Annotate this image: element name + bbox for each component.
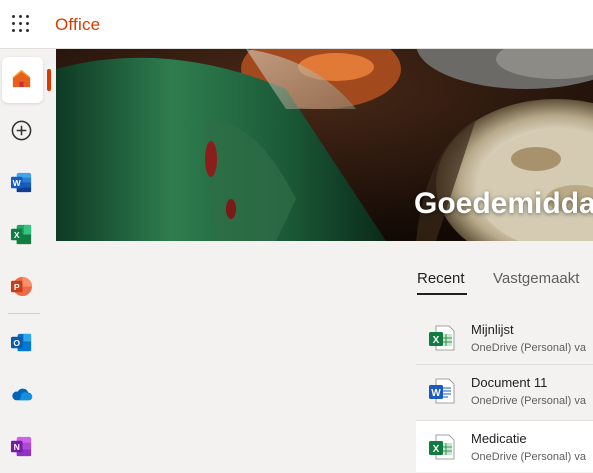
file-name: Medicatie <box>471 431 527 446</box>
word-icon: W <box>10 172 32 193</box>
powerpoint-icon: P <box>10 276 33 297</box>
add-circle-icon <box>11 120 32 141</box>
rail-item-outlook[interactable]: O <box>0 317 56 369</box>
hero-banner: Goedemiddag <box>56 49 593 241</box>
excel-icon: X <box>10 224 32 245</box>
file-name: Document 11 <box>471 375 548 390</box>
app-rail: W X P O N <box>0 49 56 457</box>
app-launcher-icon[interactable] <box>10 13 32 35</box>
svg-text:X: X <box>14 230 20 240</box>
greeting-heading: Goedemiddag <box>414 187 593 220</box>
rail-item-word[interactable]: W <box>0 157 56 209</box>
svg-text:X: X <box>433 444 440 455</box>
svg-text:N: N <box>14 442 20 452</box>
svg-text:P: P <box>14 282 20 292</box>
office-home-link[interactable]: Office <box>55 15 100 35</box>
svg-text:W: W <box>431 388 441 399</box>
rail-item-excel[interactable]: X <box>0 209 56 261</box>
tab-recent-underline <box>417 293 467 295</box>
rail-item-onenote[interactable]: N <box>0 421 56 473</box>
file-location: OneDrive (Personal) va <box>471 451 586 463</box>
file-location: OneDrive (Personal) va <box>471 342 586 354</box>
excel-file-icon: X <box>429 434 455 460</box>
home-icon <box>12 69 31 88</box>
rail-item-create[interactable] <box>0 105 56 157</box>
top-bar: Office <box>0 0 593 49</box>
file-row[interactable]: W Document 11 OneDrive (Personal) va <box>416 364 593 416</box>
rail-item-home[interactable] <box>0 53 56 105</box>
word-file-icon: W <box>429 378 455 404</box>
excel-file-icon: X <box>429 325 455 351</box>
file-row[interactable]: X Medicatie OneDrive (Personal) va <box>416 420 593 472</box>
onedrive-icon <box>12 388 33 401</box>
svg-text:X: X <box>433 335 440 346</box>
rail-item-powerpoint[interactable]: P <box>0 261 56 313</box>
active-indicator <box>47 69 51 91</box>
file-location: OneDrive (Personal) va <box>471 395 586 407</box>
outlook-icon: O <box>10 333 32 352</box>
tab-recent[interactable]: Recent <box>417 270 465 287</box>
file-row[interactable]: X Mijnlijst OneDrive (Personal) va <box>416 312 593 364</box>
rail-item-onedrive[interactable] <box>0 369 56 421</box>
rail-divider <box>8 313 40 314</box>
svg-text:W: W <box>13 178 22 188</box>
svg-text:O: O <box>13 338 20 348</box>
file-name: Mijnlijst <box>471 322 514 337</box>
tab-pinned[interactable]: Vastgemaakt <box>493 270 579 287</box>
